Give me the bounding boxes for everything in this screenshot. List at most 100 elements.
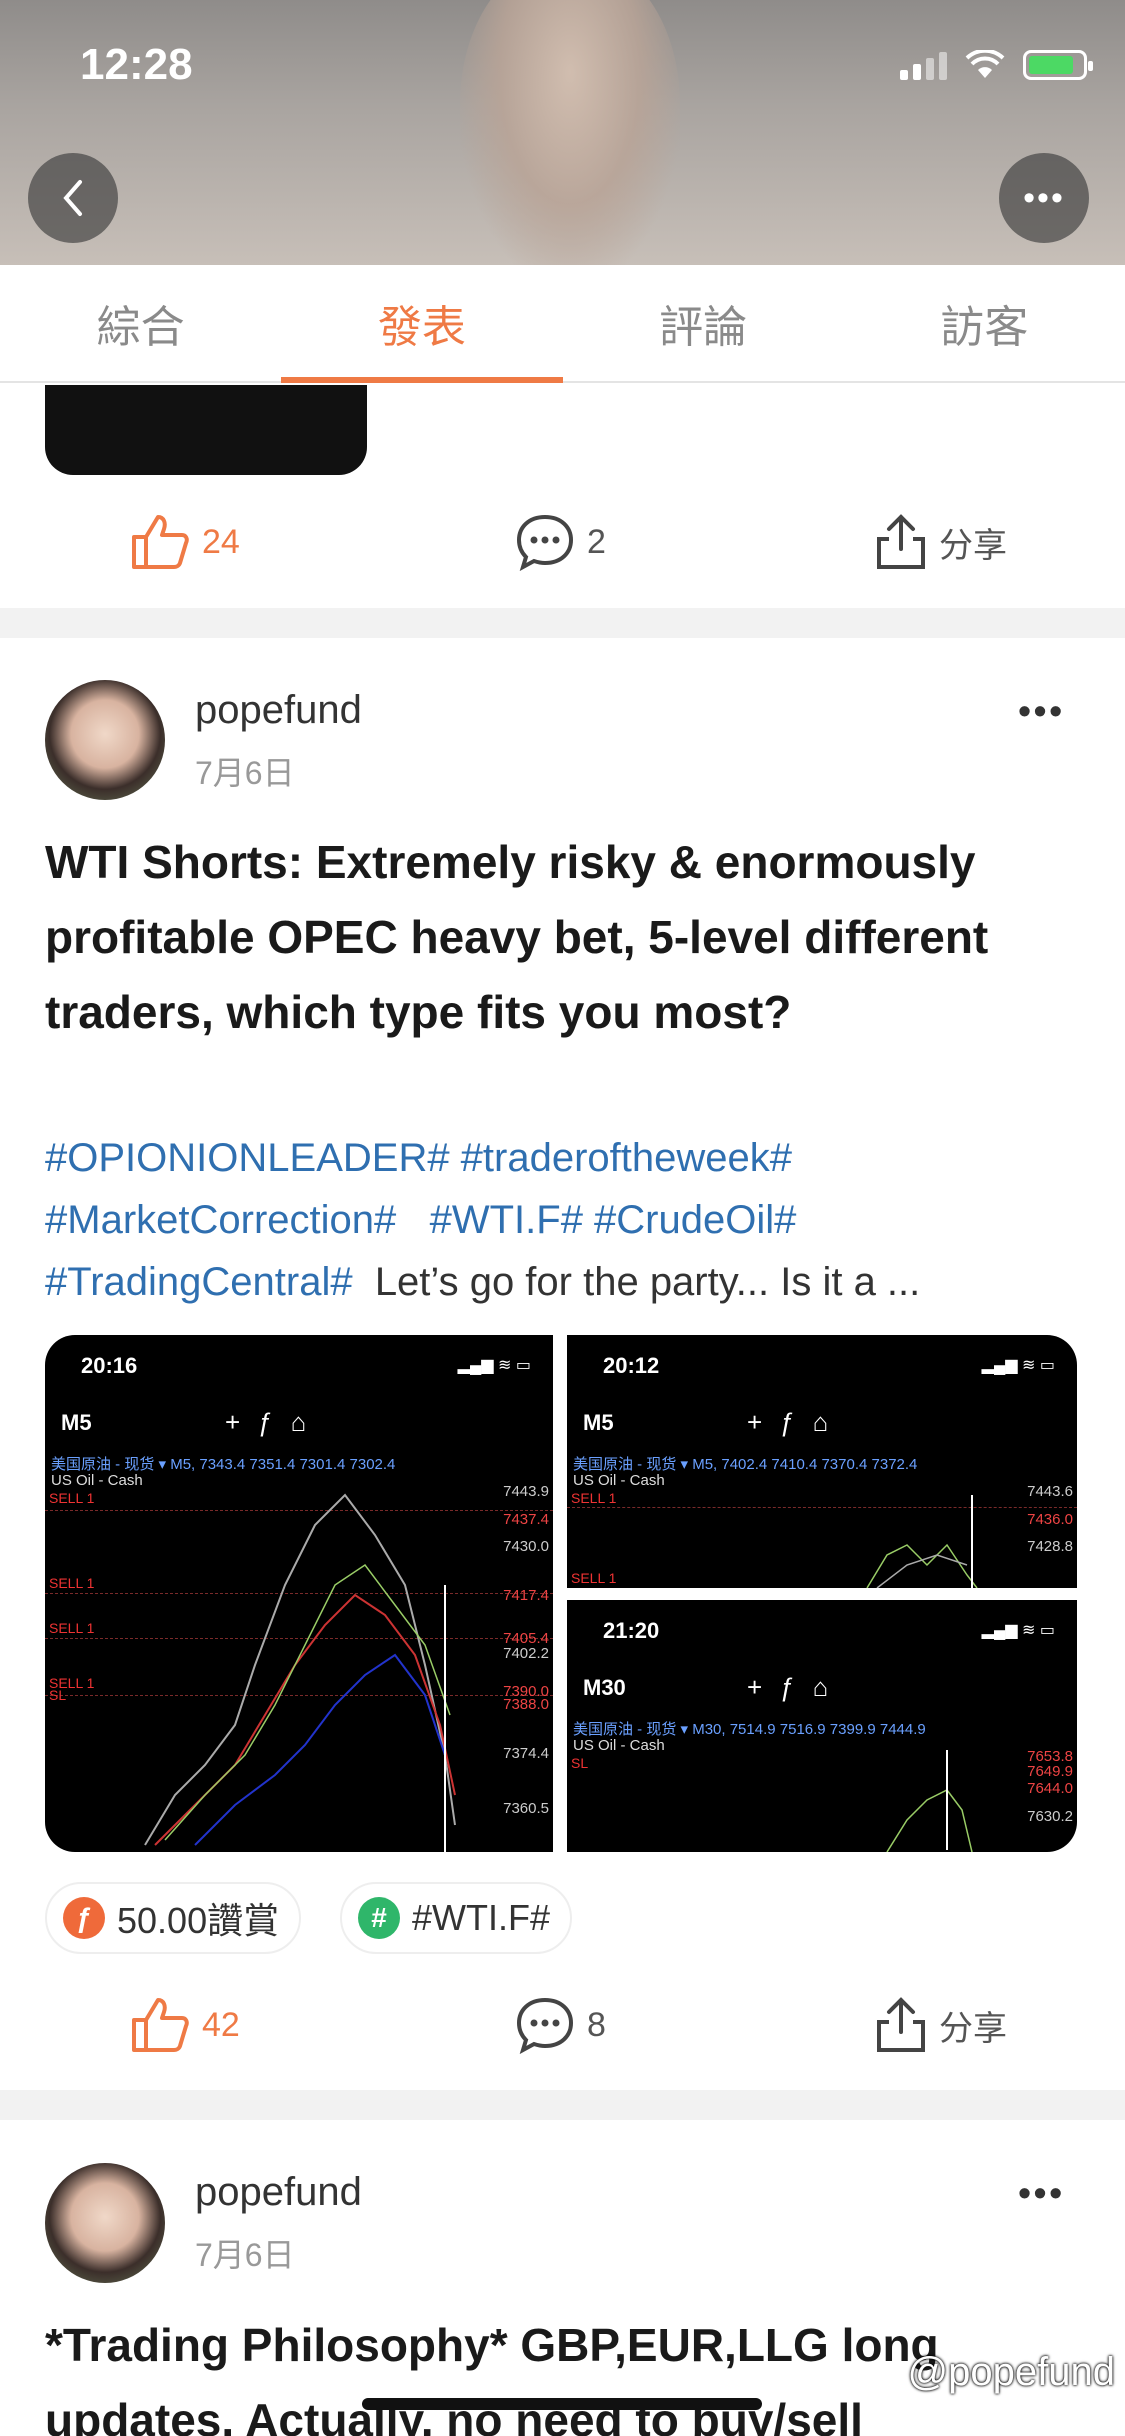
chart-screenshot-3[interactable]: 21:20 ▂▄▆ ≋ ▭ M30 +ƒ⌂ 美国原油 - 现货 ▾ M30, 7… xyxy=(567,1600,1077,1852)
share-button[interactable]: 分享 xyxy=(875,513,1007,571)
screenshot-timeframe: M5 xyxy=(61,1410,92,1435)
like-count: 42 xyxy=(202,2005,240,2044)
profile-header: 12:28 ••• xyxy=(0,0,1125,265)
chart-screenshot-2[interactable]: 20:12 ▂▄▆ ≋ ▭ M5 +ƒ⌂ 美国原油 - 现货 ▾ M5, 740… xyxy=(567,1335,1077,1588)
candlestick-chart xyxy=(886,1750,973,1852)
topic-label: #WTI.F# xyxy=(412,1897,551,1938)
price-label: 7436.0 xyxy=(1027,1511,1073,1528)
screenshot-toolbar-icons: +ƒ⌂ xyxy=(225,1407,325,1437)
back-button[interactable] xyxy=(28,153,118,243)
price-label: 7437.4 xyxy=(503,1511,549,1528)
post-author[interactable]: popefund xyxy=(195,2170,362,2215)
like-button[interactable]: 42 xyxy=(130,1996,240,2054)
wifi-icon xyxy=(965,50,1005,78)
comment-button[interactable]: 8 xyxy=(515,1996,606,2054)
reward-label: 50.00讚賞 xyxy=(117,1900,280,1941)
cover-photo xyxy=(460,0,680,265)
post-body[interactable]: #OPIONIONLEADER# #traderoftheweek# #Mark… xyxy=(45,1127,1085,1313)
price-label: 7360.5 xyxy=(503,1800,549,1817)
tab-visitors[interactable]: 訪客 xyxy=(844,265,1125,381)
watermark: @popefund xyxy=(907,2350,1115,2394)
share-icon xyxy=(877,1997,925,2052)
status-icons xyxy=(900,50,1093,80)
screenshot-time: 20:12 xyxy=(603,1353,660,1378)
hashtag[interactable]: #OPIONIONLEADER# #traderoftheweek# xyxy=(45,1136,792,1180)
hashtag-icon: # xyxy=(358,1897,400,1939)
home-indicator[interactable] xyxy=(362,2398,762,2410)
status-time: 12:28 xyxy=(80,40,193,89)
share-icon xyxy=(877,514,925,569)
like-button[interactable]: 24 xyxy=(130,513,240,571)
price-label: 7388.0 xyxy=(503,1696,549,1713)
more-options-button[interactable]: ••• xyxy=(999,153,1089,243)
screenshot-time: 20:16 xyxy=(81,1353,138,1378)
screenshot-time: 21:20 xyxy=(603,1618,660,1643)
screenshot-quote: 美国原油 - 现货 ▾ M5, 7402.4 7410.4 7370.4 737… xyxy=(573,1456,918,1473)
candlestick-chart xyxy=(144,1493,456,1852)
comment-bubble-icon xyxy=(516,1997,574,2054)
post-divider xyxy=(0,608,1125,638)
profile-page: 12:28 ••• 綜合 發表 評論 訪客 24 2 分享 popefund 7… xyxy=(0,0,1125,2436)
post-divider xyxy=(0,2090,1125,2120)
more-dots-icon: ••• xyxy=(1023,178,1065,217)
cellular-signal-icon xyxy=(900,50,947,80)
screenshot-toolbar-icons: +ƒ⌂ xyxy=(747,1672,847,1702)
price-label: 7630.2 xyxy=(1027,1808,1073,1825)
reward-chip[interactable]: ƒ 50.00讚賞 xyxy=(45,1882,302,1954)
price-label: 7443.9 xyxy=(503,1483,549,1500)
share-button[interactable]: 分享 xyxy=(875,1996,1007,2054)
share-label: 分享 xyxy=(939,2009,1007,2048)
screenshot-status-icons: ▂▄▆ ≋ ▭ xyxy=(981,1622,1055,1639)
tab-overview[interactable]: 綜合 xyxy=(0,265,281,381)
avatar[interactable] xyxy=(45,680,165,800)
price-label: 7430.0 xyxy=(503,1538,549,1555)
screenshot-timeframe: M30 xyxy=(583,1675,626,1700)
price-label: 7417.4 xyxy=(503,1587,549,1604)
post-more-button[interactable]: ••• xyxy=(1018,2172,1065,2214)
comment-button[interactable]: 2 xyxy=(515,513,606,571)
hashtag[interactable]: #TradingCentral# xyxy=(45,1260,353,1304)
post-body-line-2: #MarketCorrection# #WTI.F# #CrudeOil# xyxy=(45,1189,1085,1251)
post-author[interactable]: popefund xyxy=(195,688,362,733)
post-body-line-3: #TradingCentral# Let’s go for the party.… xyxy=(45,1251,1085,1313)
hashtag[interactable]: #WTI.F# #CrudeOil# xyxy=(430,1198,797,1242)
price-label: 7428.8 xyxy=(1027,1538,1073,1555)
profile-tabs: 綜合 發表 評論 訪客 xyxy=(0,265,1125,383)
candlestick-chart xyxy=(866,1495,978,1588)
price-label: 7443.6 xyxy=(1027,1483,1073,1500)
thumbs-up-icon xyxy=(132,515,189,569)
post-date: 7月6日 xyxy=(195,755,295,791)
post-excerpt: Let’s go for the party... Is it a ... xyxy=(374,1260,921,1304)
chart-screenshot-1[interactable]: 20:16 ▂▄▆ ≋ ▭ M5 +ƒ⌂ 美国原油 - 现货 ▾ M5, 734… xyxy=(45,1335,553,1852)
comment-bubble-icon xyxy=(516,514,574,571)
price-label: 7402.2 xyxy=(503,1645,549,1662)
battery-icon xyxy=(1023,50,1093,80)
tab-posts[interactable]: 發表 xyxy=(281,265,563,383)
like-count: 24 xyxy=(202,522,240,561)
thumbs-up-icon xyxy=(132,1998,189,2052)
post-image-grid: 20:16 ▂▄▆ ≋ ▭ M5 +ƒ⌂ 美国原油 - 现货 ▾ M5, 734… xyxy=(45,1335,1077,1852)
hashtag[interactable]: #MarketCorrection# xyxy=(45,1198,396,1242)
screenshot-timeframe: M5 xyxy=(583,1410,614,1435)
tab-comments[interactable]: 評論 xyxy=(563,265,844,381)
screenshot-status-icons: ▂▄▆ ≋ ▭ xyxy=(457,1357,531,1374)
post-actions: 42 8 分享 xyxy=(0,1985,1125,2065)
post-more-button[interactable]: ••• xyxy=(1018,690,1065,732)
comment-count: 2 xyxy=(587,522,606,561)
screenshot-status-icons: ▂▄▆ ≋ ▭ xyxy=(981,1357,1055,1374)
share-label: 分享 xyxy=(939,526,1007,565)
comment-count: 8 xyxy=(587,2005,606,2044)
previous-post-actions: 24 2 分享 xyxy=(0,502,1125,582)
reward-coin-icon: ƒ xyxy=(63,1897,105,1939)
avatar[interactable] xyxy=(45,2163,165,2283)
chevron-left-icon xyxy=(63,180,82,216)
post-date: 7月6日 xyxy=(195,2237,295,2273)
previous-post-image[interactable] xyxy=(45,385,367,475)
price-label: 7374.4 xyxy=(503,1745,549,1762)
price-label: 7649.9 xyxy=(1027,1763,1073,1780)
post-title[interactable]: WTI Shorts: Extremely risky & enormously… xyxy=(45,825,1085,1050)
screenshot-toolbar-icons: +ƒ⌂ xyxy=(747,1407,847,1437)
post-body-line-1: #OPIONIONLEADER# #traderoftheweek# xyxy=(45,1127,1085,1189)
topic-chip[interactable]: # #WTI.F# xyxy=(340,1882,573,1954)
screenshot-quote: 美国原油 - 现货 ▾ M30, 7514.9 7516.9 7399.9 74… xyxy=(573,1721,926,1738)
